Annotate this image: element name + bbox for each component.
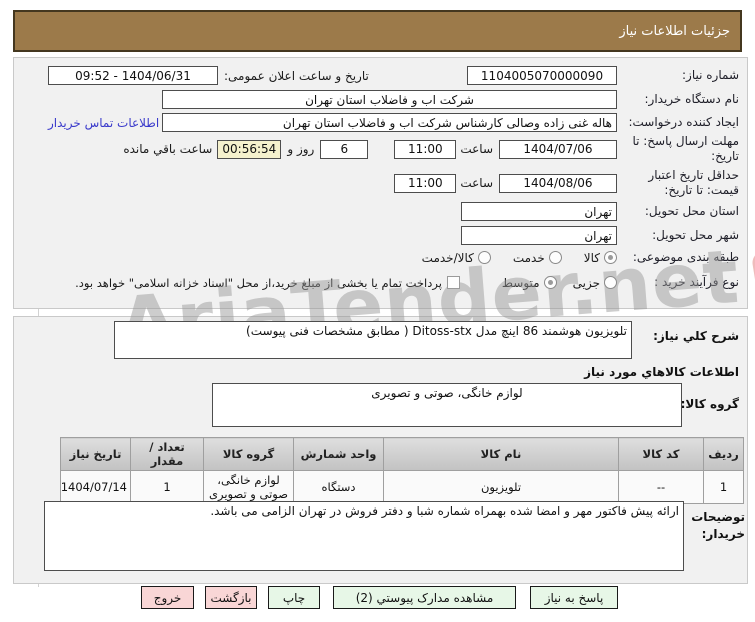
price-validity-label: حداقل تاریخ اعتبار قیمت: تا تاریخ:	[648, 168, 739, 197]
watermark-shield-icon	[750, 240, 755, 338]
purchase-process-label: نوع فرآیند خرید :	[654, 275, 739, 289]
view-attached-docs-button[interactable]: مشاهده مدارک پیوستي (2)	[333, 586, 516, 609]
goods-table-header-row: ردیف کد کالا نام کالا واحد شمارش گروه کا…	[60, 437, 744, 471]
delivery-province-input[interactable]	[461, 202, 617, 221]
remaining-days-label: روز و	[287, 142, 315, 156]
goods-group-label: گروه کالا:	[680, 397, 739, 411]
col-quantity: تعداد / مقدار	[130, 437, 204, 471]
treasury-checkbox-label: پرداخت تمام یا بخشی از مبلغ خرید،از محل …	[75, 275, 442, 290]
announce-datetime-label: تاریخ و ساعت اعلان عمومی:	[224, 68, 369, 83]
radio-goods-service[interactable]	[477, 251, 491, 264]
exit-button[interactable]: خروج	[141, 586, 194, 609]
radio-goods-label: کالا	[583, 250, 600, 265]
goods-table-row: 1 -- تلویزیون دستگاه لوازم خانگی، صوتی و…	[60, 470, 744, 504]
general-info-panel: شماره نیاز: تاریخ و ساعت اعلان عمومی: نا…	[13, 57, 748, 309]
need-number-label: شماره نیاز:	[682, 68, 739, 82]
col-group: گروه کالا	[203, 437, 294, 471]
delivery-province-label: استان محل تحویل:	[644, 204, 739, 218]
remaining-days-input[interactable]	[320, 139, 369, 159]
creator-label: ایجاد کننده درخواست:	[628, 115, 739, 129]
validity-hour-label: ساعت	[460, 176, 493, 190]
col-need-date: تاریخ نیاز	[60, 437, 131, 471]
radio-goods-service-label: کالا/خدمت	[421, 250, 474, 265]
price-validity-time-input[interactable]	[394, 173, 457, 193]
col-item-code: کد کالا	[618, 437, 704, 471]
buyer-notes-textarea[interactable]: ارائه پیش فاکتور مهر و امضا شده بهمراه ش…	[44, 501, 684, 571]
need-description-textarea[interactable]: تلویزیون هوشمند 86 اینچ مدل Ditoss-stx (…	[114, 321, 632, 359]
radio-service-label: خدمت	[512, 250, 545, 265]
reply-deadline-time-input[interactable]	[394, 139, 457, 159]
need-description-label: شرح کلي نیاز:	[653, 329, 739, 343]
col-item-name: نام کالا	[383, 437, 619, 471]
need-number-input[interactable]	[467, 66, 617, 85]
print-button[interactable]: چاپ	[268, 586, 320, 609]
reply-deadline-date-input[interactable]	[499, 139, 617, 159]
price-validity-date-input[interactable]	[499, 173, 617, 193]
goods-section-heading: اطلاعات کالاهاي مورد نیاز	[584, 365, 739, 379]
buyer-org-label: نام دستگاه خریدار:	[644, 92, 740, 106]
radio-medium[interactable]	[543, 276, 557, 289]
goods-info-panel: شرح کلي نیاز: تلویزیون هوشمند 86 اینچ مد…	[13, 316, 748, 584]
page-title: جزئیات اطلاعات نیاز	[619, 23, 730, 39]
radio-goods[interactable]	[604, 251, 617, 264]
delivery-city-input[interactable]	[461, 226, 617, 245]
cell-item-name: تلویزیون	[383, 470, 619, 504]
cell-row-number: 1	[703, 470, 744, 504]
reply-deadline-label: مهلت ارسال پاسخ: تا تاریخ:	[632, 134, 739, 163]
creator-input[interactable]	[162, 113, 617, 132]
subject-class-label: طبقه بندی موضوعی:	[632, 250, 739, 264]
cell-group: لوازم خانگی، صوتی و تصویری	[203, 470, 294, 504]
goods-group-textarea[interactable]: لوازم خانگی، صوتی و تصویری	[212, 383, 682, 427]
cell-item-code: --	[618, 470, 704, 504]
treasury-checkbox[interactable]	[446, 276, 460, 289]
buyer-org-input[interactable]	[162, 90, 617, 109]
remaining-suffix-label: ساعت باقي مانده	[123, 142, 213, 156]
back-button[interactable]: بازگشت	[205, 586, 257, 609]
delivery-city-label: شهر محل تحویل:	[652, 228, 739, 242]
radio-minor[interactable]	[604, 276, 617, 289]
cell-quantity: 1	[130, 470, 204, 504]
reply-to-need-button[interactable]: پاسخ به نیاز	[530, 586, 618, 609]
page-title-bar: جزئیات اطلاعات نیاز	[13, 10, 742, 52]
cell-need-date: 1404/07/14	[60, 470, 131, 504]
col-unit: واحد شمارش	[293, 437, 384, 471]
buyer-notes-label: توضیحات خریدار:	[691, 510, 745, 541]
col-row-number: ردیف	[703, 437, 744, 471]
goods-table: ردیف کد کالا نام کالا واحد شمارش گروه کا…	[60, 437, 744, 504]
cell-unit: دستگاه	[293, 470, 384, 504]
remaining-countdown-input[interactable]	[217, 139, 282, 159]
radio-minor-label: جزیی	[572, 275, 600, 290]
radio-medium-label: متوسط	[501, 275, 540, 290]
deadline-hour-label: ساعت	[460, 142, 493, 156]
buyer-contact-link[interactable]: اطلاعات تماس خریدار	[48, 116, 159, 130]
announce-datetime-input[interactable]	[48, 66, 218, 85]
need-details-page: جزئیات اطلاعات نیاز شماره نیاز: تاریخ و …	[0, 0, 755, 622]
radio-service[interactable]	[548, 251, 562, 264]
